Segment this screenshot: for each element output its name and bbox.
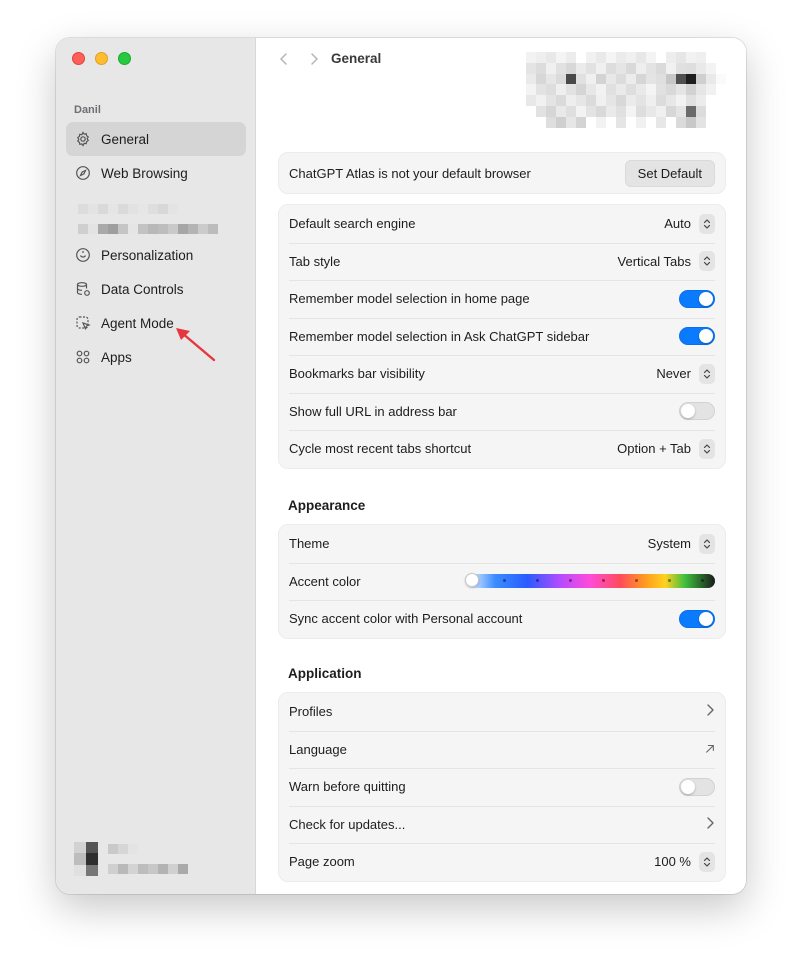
default-browser-message: ChatGPT Atlas is not your default browse… <box>289 165 531 181</box>
updown-chevron-icon[interactable] <box>699 851 715 872</box>
account-label: Danil <box>74 104 101 116</box>
setting-label: Theme <box>289 536 330 552</box>
setting-label: Profiles <box>289 704 333 720</box>
setting-value: Vertical Tabs <box>617 253 691 269</box>
chevron-right-icon <box>705 703 715 720</box>
setting-label: Bookmarks bar visibility <box>289 366 425 382</box>
page-title: General <box>331 51 382 66</box>
set-default-button[interactable]: Set Default <box>624 159 715 187</box>
apps-grid-icon <box>74 348 92 366</box>
setting-label: Cycle most recent tabs shortcut <box>289 441 472 457</box>
warn-quit-toggle[interactable] <box>679 777 715 796</box>
setting-row-accent-color: Accent color <box>279 562 725 601</box>
setting-label: Sync accent color with Personal account <box>289 611 523 627</box>
sidebar-item-label: Data Controls <box>101 281 184 297</box>
setting-value: 100 % <box>654 854 691 870</box>
appearance-heading: Appearance <box>288 498 366 513</box>
account-avatar-blurred <box>526 52 726 128</box>
setting-label: Tab style <box>289 253 341 269</box>
settings-content: General ChatGPT Atlas is not your defaul… <box>257 38 746 894</box>
default-browser-card: ChatGPT Atlas is not your default browse… <box>278 152 726 194</box>
annotation-arrow-icon <box>176 328 216 362</box>
setting-row-full-url: Show full URL in address bar <box>279 392 725 431</box>
sidebar-item-label: Apps <box>101 349 132 365</box>
setting-row-page-zoom[interactable]: Page zoom 100 % <box>279 843 725 881</box>
blurred-account-name <box>78 204 178 214</box>
full-url-toggle[interactable] <box>679 402 715 421</box>
updown-chevron-icon[interactable] <box>699 533 715 554</box>
updown-chevron-icon[interactable] <box>699 251 715 272</box>
settings-window: Danil General Web Browsing Personalizati… <box>56 38 746 894</box>
setting-row-updates[interactable]: Check for updates... <box>279 805 725 844</box>
zoom-window-button[interactable] <box>118 52 131 65</box>
updown-chevron-icon[interactable] <box>699 213 715 234</box>
gear-icon <box>74 130 92 148</box>
appearance-group: Theme System Accent color Sync accent co… <box>278 524 726 639</box>
setting-row-language[interactable]: Language <box>279 730 725 769</box>
setting-row-profiles[interactable]: Profiles <box>279 693 725 731</box>
remember-model-sidebar-toggle[interactable] <box>679 327 715 346</box>
database-icon <box>74 280 92 298</box>
blurred-account-email <box>78 224 218 234</box>
setting-label: Default search engine <box>289 216 416 232</box>
setting-value: Option + Tab <box>617 441 691 457</box>
personalization-icon <box>74 246 92 264</box>
minimize-window-button[interactable] <box>95 52 108 65</box>
setting-row-remember-model-home: Remember model selection in home page <box>279 280 725 318</box>
application-group: Profiles Language Warn before quitting C… <box>278 692 726 882</box>
application-heading: Application <box>288 666 362 681</box>
sidebar-item-label: Agent Mode <box>101 315 174 331</box>
setting-label: Warn before quitting <box>289 779 406 795</box>
setting-label: Check for updates... <box>289 816 406 832</box>
setting-label: Remember model selection in Ask ChatGPT … <box>289 328 590 344</box>
setting-value: Never <box>656 366 691 382</box>
setting-row-tab-style[interactable]: Tab style Vertical Tabs <box>279 242 725 281</box>
setting-row-sync-accent: Sync accent color with Personal account <box>279 600 725 638</box>
external-arrow-icon <box>705 741 715 758</box>
remember-model-home-toggle[interactable] <box>679 289 715 308</box>
sidebar-item-general[interactable]: General <box>66 122 246 156</box>
compass-icon <box>74 164 92 182</box>
agent-cursor-icon <box>74 314 92 332</box>
forward-chevron-icon[interactable] <box>307 52 321 66</box>
chevron-right-icon <box>705 816 715 833</box>
setting-row-theme[interactable]: Theme System <box>279 525 725 563</box>
setting-label: Remember model selection in home page <box>289 291 530 307</box>
sync-accent-toggle[interactable] <box>679 609 715 628</box>
setting-value: System <box>647 536 691 552</box>
sidebar-item-personalization[interactable]: Personalization <box>66 238 246 272</box>
close-window-button[interactable] <box>72 52 85 65</box>
setting-value: Auto <box>664 216 691 232</box>
profile-avatar-blurred[interactable] <box>74 842 194 876</box>
back-chevron-icon[interactable] <box>277 52 291 66</box>
sidebar-item-label: Personalization <box>101 247 194 263</box>
sidebar-item-label: General <box>101 131 150 147</box>
sidebar-item-data-controls[interactable]: Data Controls <box>66 272 246 306</box>
setting-label: Language <box>289 741 347 757</box>
accent-color-handle[interactable] <box>465 573 479 588</box>
updown-chevron-icon[interactable] <box>699 363 715 384</box>
accent-color-slider[interactable] <box>465 573 715 589</box>
general-settings-group: Default search engine Auto Tab style Ver… <box>278 204 726 469</box>
setting-row-search-engine[interactable]: Default search engine Auto <box>279 205 725 243</box>
setting-label: Page zoom <box>289 854 355 870</box>
sidebar: Danil General Web Browsing Personalizati… <box>56 38 256 894</box>
setting-row-warn-quit: Warn before quitting <box>279 768 725 806</box>
sidebar-item-label: Web Browsing <box>101 165 188 181</box>
setting-row-cycle-tabs[interactable]: Cycle most recent tabs shortcut Option +… <box>279 430 725 468</box>
window-controls <box>72 52 131 65</box>
updown-chevron-icon[interactable] <box>699 438 715 459</box>
sidebar-item-web-browsing[interactable]: Web Browsing <box>66 156 246 190</box>
setting-label: Accent color <box>289 573 361 589</box>
setting-row-remember-model-sidebar: Remember model selection in Ask ChatGPT … <box>279 317 725 356</box>
setting-row-bookmarks-bar[interactable]: Bookmarks bar visibility Never <box>279 355 725 393</box>
setting-label: Show full URL in address bar <box>289 403 457 419</box>
